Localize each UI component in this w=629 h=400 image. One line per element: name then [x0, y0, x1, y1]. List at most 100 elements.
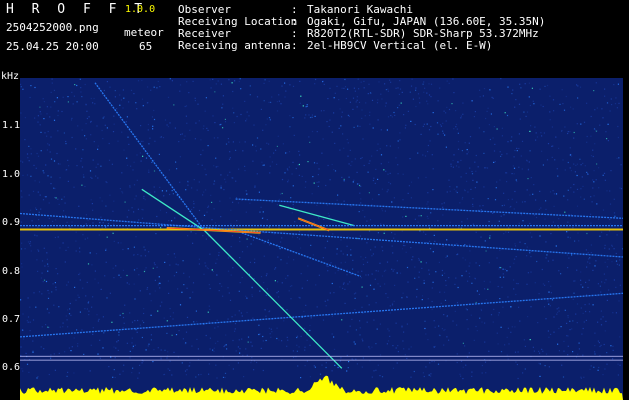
noise-speck [117, 140, 119, 142]
noise-speck [539, 352, 541, 354]
noise-speck [178, 330, 180, 332]
noise-speck [329, 179, 331, 181]
noise-speck [284, 82, 286, 84]
noise-speck [147, 345, 149, 347]
noise-speck [252, 144, 254, 146]
noise-speck [558, 327, 560, 330]
noise-speck [120, 242, 122, 244]
noise-speck [580, 271, 582, 273]
noise-speck [187, 235, 189, 237]
noise-speck [39, 194, 41, 196]
noise-speck [614, 103, 617, 105]
noise-speck [344, 78, 346, 81]
noise-speck [616, 263, 618, 265]
noise-speck [112, 267, 114, 269]
noise-speck [588, 303, 590, 305]
noise-speck [131, 372, 133, 374]
noise-speck [411, 259, 413, 261]
noise-speck [232, 107, 234, 109]
noise-speck [309, 141, 311, 143]
noise-speck [318, 181, 320, 183]
noise-speck [455, 165, 458, 167]
noise-speck [334, 92, 336, 94]
noise-speck [50, 106, 52, 108]
noise-speck [372, 127, 374, 129]
noise-speck [529, 130, 531, 132]
noise-speck [185, 374, 187, 376]
noise-speck [591, 201, 593, 203]
noise-speck [129, 312, 131, 314]
noise-speck [213, 180, 216, 182]
noise-speck [208, 363, 210, 365]
noise-speck [84, 185, 86, 188]
noise-speck [465, 364, 467, 366]
noise-speck [106, 81, 108, 83]
noise-speck [54, 196, 56, 199]
noise-speck [431, 287, 433, 289]
noise-speck [522, 220, 524, 222]
noise-speck [384, 83, 386, 85]
noise-speck [189, 297, 191, 299]
noise-speck [597, 340, 599, 342]
noise-speck [428, 94, 431, 96]
noise-speck [36, 235, 38, 237]
noise-speck [226, 348, 228, 350]
noise-speck [289, 115, 291, 117]
noise-speck [105, 248, 107, 250]
noise-speck [150, 334, 152, 336]
noise-speck [179, 181, 181, 183]
noise-speck [316, 204, 318, 206]
noise-speck [512, 89, 514, 91]
noise-speck [391, 302, 394, 304]
noise-speck [514, 326, 516, 328]
noise-speck [427, 206, 429, 208]
noise-speck [287, 205, 290, 207]
noise-speck [84, 238, 86, 240]
noise-speck [258, 234, 260, 236]
noise-speck [569, 237, 571, 239]
noise-speck [373, 288, 375, 290]
noise-speck [132, 345, 134, 347]
noise-speck [266, 142, 268, 144]
noise-speck [460, 115, 462, 117]
noise-speck [56, 152, 58, 155]
noise-speck [577, 353, 579, 355]
noise-speck [276, 110, 279, 112]
noise-speck [576, 174, 578, 177]
noise-speck [143, 246, 145, 248]
noise-speck [292, 206, 295, 208]
noise-speck [143, 308, 145, 310]
noise-speck [26, 363, 29, 365]
noise-speck [45, 280, 48, 283]
noise-speck [601, 231, 603, 233]
noise-speck [392, 252, 394, 254]
noise-speck [81, 166, 84, 168]
noise-speck [416, 288, 418, 290]
noise-speck [608, 289, 610, 291]
noise-speck [308, 236, 310, 238]
noise-speck [354, 297, 356, 299]
noise-speck [326, 265, 328, 267]
noise-speck [161, 190, 163, 192]
noise-speck [65, 143, 67, 145]
noise-speck [545, 200, 547, 202]
noise-speck [155, 233, 157, 235]
noise-speck [228, 158, 231, 160]
noise-speck [151, 161, 153, 163]
noise-speck [453, 128, 455, 130]
noise-speck [602, 209, 605, 211]
noise-speck [476, 181, 478, 183]
noise-speck [596, 163, 598, 165]
noise-speck [558, 147, 560, 149]
noise-speck [375, 369, 377, 371]
noise-speck [32, 350, 34, 352]
noise-speck [194, 138, 196, 140]
noise-speck [238, 339, 240, 341]
noise-speck [322, 138, 324, 140]
noise-speck [566, 254, 568, 256]
noise-speck [428, 269, 430, 271]
noise-speck [26, 320, 28, 322]
noise-speck [377, 178, 379, 180]
noise-speck [537, 322, 539, 324]
noise-speck [279, 248, 281, 250]
